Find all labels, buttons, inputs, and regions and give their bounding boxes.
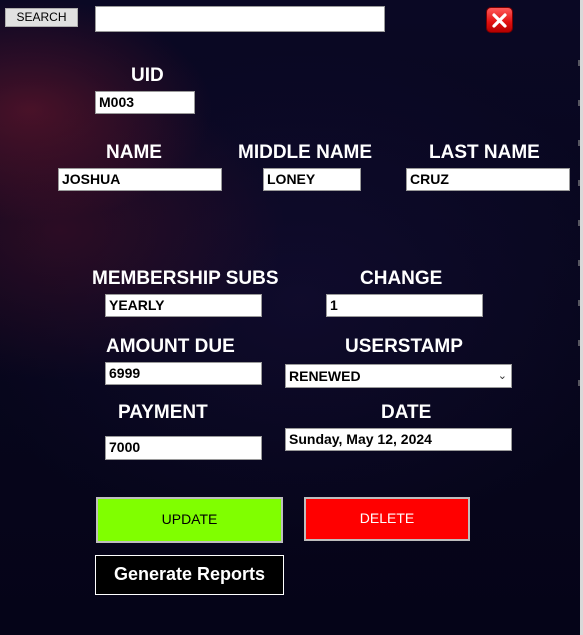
middle-name-label: MIDDLE NAME [238,142,373,163]
chevron-down-icon[interactable]: ⌄ [498,366,507,386]
payment-field[interactable]: 7000 [105,436,262,460]
change-label: CHANGE [360,268,443,289]
payment-label: PAYMENT [118,402,208,423]
userstamp-select[interactable]: RENEWED ⌄ [285,364,512,388]
search-button[interactable]: SEARCH [5,8,78,27]
search-input[interactable] [95,6,385,32]
background [0,0,583,635]
membership-label: MEMBERSHIP SUBS [92,268,279,289]
name-label: NAME [106,142,162,163]
date-picker[interactable]: Sunday, May 12, 2024 [285,428,512,451]
uid-label: UID [131,65,164,86]
name-field[interactable]: JOSHUA [58,168,222,191]
userstamp-value: RENEWED [289,368,361,384]
update-button[interactable]: UPDATE [96,497,283,543]
userstamp-label: USERSTAMP [345,336,463,357]
change-field[interactable]: 1 [326,294,483,317]
amount-due-label: AMOUNT DUE [106,336,235,357]
uid-field[interactable]: M003 [95,91,195,114]
amount-due-field[interactable]: 6999 [105,362,262,385]
last-name-field[interactable]: CRUZ [406,168,570,191]
date-label: DATE [381,402,432,423]
membership-field[interactable]: YEARLY [105,294,262,317]
last-name-label: LAST NAME [429,142,540,163]
middle-name-field[interactable]: LONEY [263,168,361,191]
generate-reports-button[interactable]: Generate Reports [95,555,284,595]
window-edge-marks [578,60,580,420]
delete-button[interactable]: DELETE [304,497,470,541]
close-button[interactable] [486,7,513,33]
close-icon [492,12,507,28]
